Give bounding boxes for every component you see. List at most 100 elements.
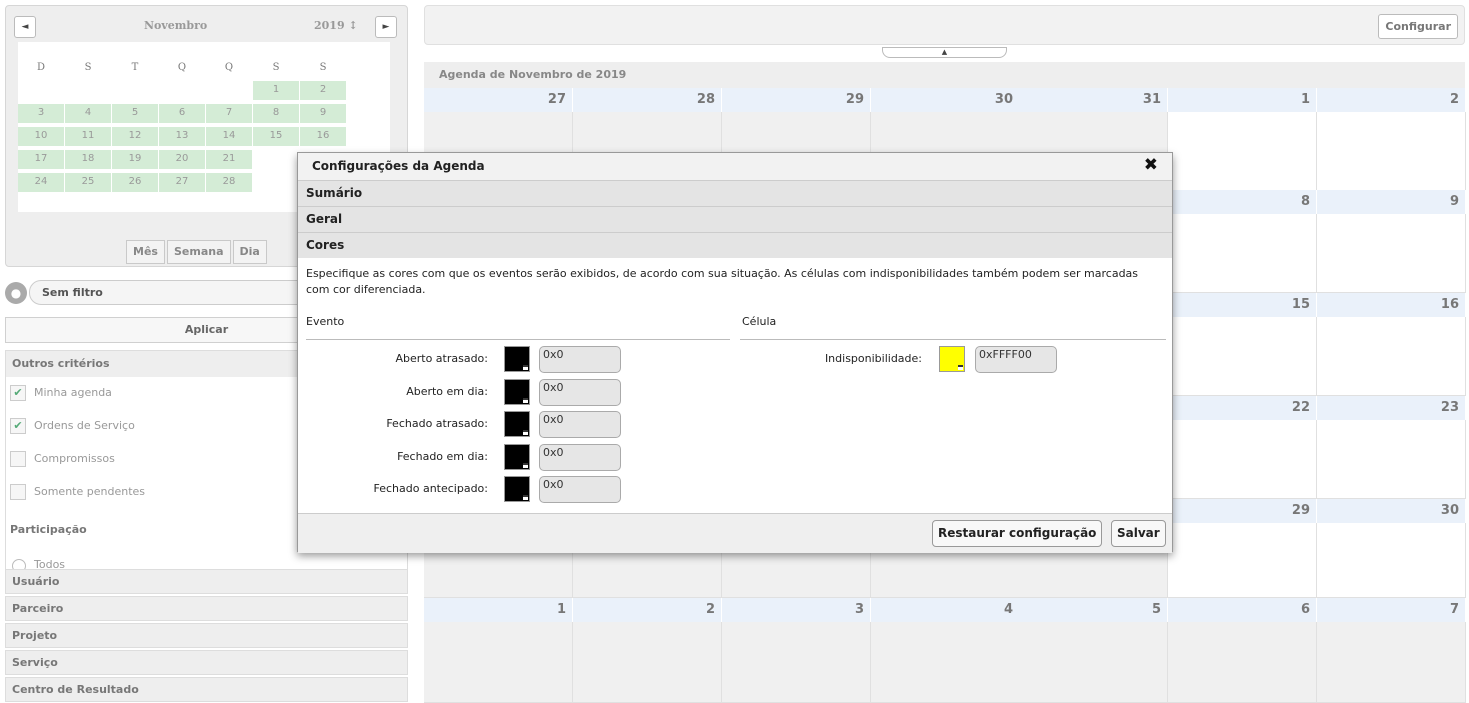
agenda-day-cell[interactable] [1168, 622, 1317, 703]
calendar-day[interactable]: 26 [112, 173, 158, 192]
view-day-button[interactable]: Dia [232, 240, 267, 264]
calendar-day[interactable]: 28 [206, 173, 252, 192]
calendar-day[interactable]: 5 [112, 104, 158, 123]
calendar-day[interactable]: 17 [18, 150, 64, 169]
filter-bar[interactable]: Usuário [5, 569, 408, 594]
agenda-day-cell[interactable] [1317, 523, 1466, 598]
calendar-day[interactable]: 3 [18, 104, 64, 123]
agenda-day-cell[interactable] [1168, 317, 1317, 396]
agenda-day-cell[interactable] [1168, 523, 1317, 598]
event-color-label: Aberto em dia: [406, 384, 488, 398]
save-button[interactable]: Salvar [1111, 520, 1166, 547]
criteria-checkbox[interactable] [10, 484, 26, 500]
calendar-day[interactable]: 13 [159, 127, 205, 146]
criteria-checkbox[interactable]: ✔ [10, 385, 26, 401]
color-value-input[interactable]: 0x0 [539, 411, 621, 438]
criteria-checkbox[interactable]: ✔ [10, 418, 26, 434]
agenda-day-header: 1 [424, 598, 573, 622]
agenda-day-header: 29 [722, 88, 871, 112]
agenda-day-cell[interactable] [1019, 622, 1168, 703]
color-value-input[interactable]: 0x0 [539, 346, 621, 373]
agenda-day-cell[interactable] [722, 622, 871, 703]
calendar-day[interactable]: 25 [65, 173, 111, 192]
color-swatch[interactable] [504, 346, 530, 372]
color-value-input[interactable]: 0x0 [539, 443, 621, 471]
view-month-button[interactable]: Mês [126, 240, 165, 264]
color-value-input[interactable]: 0x0 [539, 476, 621, 503]
agenda-day-cell[interactable] [1317, 420, 1466, 499]
color-swatch[interactable] [504, 443, 530, 470]
collapse-toggle-icon[interactable]: ▲ [882, 47, 1007, 58]
agenda-day-header: 30 [1317, 499, 1466, 523]
section-general[interactable]: Geral [298, 206, 1172, 232]
calendar-day[interactable]: 12 [112, 127, 158, 146]
calendar-day[interactable]: 20 [159, 150, 205, 169]
calendar-day[interactable]: 4 [65, 104, 111, 123]
top-toolbar: Configurar [424, 5, 1465, 45]
calendar-day[interactable]: 7 [206, 104, 252, 123]
agenda-day-header: 30 [871, 88, 1020, 112]
calendar-day[interactable]: 21 [206, 150, 252, 169]
filter-bar[interactable]: Projeto [5, 623, 408, 648]
calendar-day[interactable]: 8 [253, 104, 299, 123]
cell-group-title: Célula [742, 315, 777, 328]
criteria-checkbox[interactable] [10, 451, 26, 467]
prev-month-icon[interactable]: ◄ [14, 16, 36, 38]
calendar-day[interactable]: 1 [253, 81, 299, 100]
filter-bar[interactable]: Serviço [5, 650, 408, 675]
agenda-day-header: 6 [1168, 598, 1317, 622]
close-icon[interactable]: ✖ [1144, 155, 1158, 175]
calendar-day[interactable]: 24 [18, 173, 64, 192]
color-swatch[interactable] [504, 411, 530, 437]
agenda-day-header: 27 [424, 88, 573, 112]
view-week-button[interactable]: Semana [166, 240, 231, 264]
agenda-day-cell[interactable] [573, 622, 722, 703]
criteria-checkbox-label: Compromissos [34, 452, 115, 465]
agenda-day-cell[interactable] [1168, 112, 1317, 191]
calendar-day[interactable]: 16 [300, 127, 346, 146]
agenda-day-header: 23 [1317, 396, 1466, 420]
calendar-year-select[interactable]: 2019 ↕ [314, 19, 358, 32]
agenda-day-header: 29 [1168, 499, 1317, 523]
agenda-day-cell[interactable] [1317, 112, 1466, 191]
color-value-input[interactable]: 0x0 [539, 378, 621, 406]
filter-bar[interactable]: Parceiro [5, 596, 408, 621]
calendar-day[interactable]: 10 [18, 127, 64, 146]
restore-button[interactable]: Restaurar configuração [932, 520, 1103, 547]
agenda-title: Agenda de Novembro de 2019 [424, 62, 1465, 88]
agenda-day-header: 2 [573, 598, 722, 622]
event-color-label: Aberto atrasado: [395, 352, 488, 365]
agenda-day-header: 22 [1168, 396, 1317, 420]
agenda-day-cell[interactable] [424, 622, 573, 703]
agenda-day-cell[interactable] [1168, 214, 1317, 293]
section-colors[interactable]: Cores [298, 232, 1172, 258]
color-value-input[interactable]: 0xFFFF00 [975, 346, 1057, 373]
color-swatch[interactable] [939, 346, 965, 372]
calendar-day[interactable]: 18 [65, 150, 111, 169]
agenda-day-header: 4 [871, 598, 1020, 622]
criteria-checkbox-label: Minha agenda [34, 386, 112, 399]
day-of-week-label: S [272, 62, 280, 73]
agenda-day-cell[interactable] [1317, 214, 1466, 293]
calendar-day[interactable]: 2 [300, 81, 346, 100]
colors-description: Especifique as cores com que os eventos … [306, 267, 1139, 296]
calendar-day[interactable]: 6 [159, 104, 205, 123]
agenda-day-cell[interactable] [871, 622, 1020, 703]
configure-button[interactable]: Configurar [1378, 14, 1458, 39]
calendar-day[interactable]: 19 [112, 150, 158, 169]
calendar-day[interactable]: 14 [206, 127, 252, 146]
next-month-icon[interactable]: ► [375, 16, 397, 38]
calendar-day[interactable]: 15 [253, 127, 299, 146]
agenda-day-cell[interactable] [1168, 420, 1317, 499]
color-swatch[interactable] [504, 378, 530, 405]
agenda-day-cell[interactable] [1317, 317, 1466, 396]
cell-color-label: Indisponibilidade: [824, 352, 922, 365]
calendar-day[interactable]: 11 [65, 127, 111, 146]
calendar-day[interactable]: 27 [159, 173, 205, 192]
agenda-day-cell[interactable] [1317, 622, 1466, 703]
calendar-day[interactable]: 9 [300, 104, 346, 123]
filter-icon[interactable]: ● [5, 282, 27, 304]
section-summary[interactable]: Sumário [298, 180, 1172, 206]
filter-bar[interactable]: Centro de Resultado [5, 677, 408, 702]
color-swatch[interactable] [504, 476, 530, 502]
